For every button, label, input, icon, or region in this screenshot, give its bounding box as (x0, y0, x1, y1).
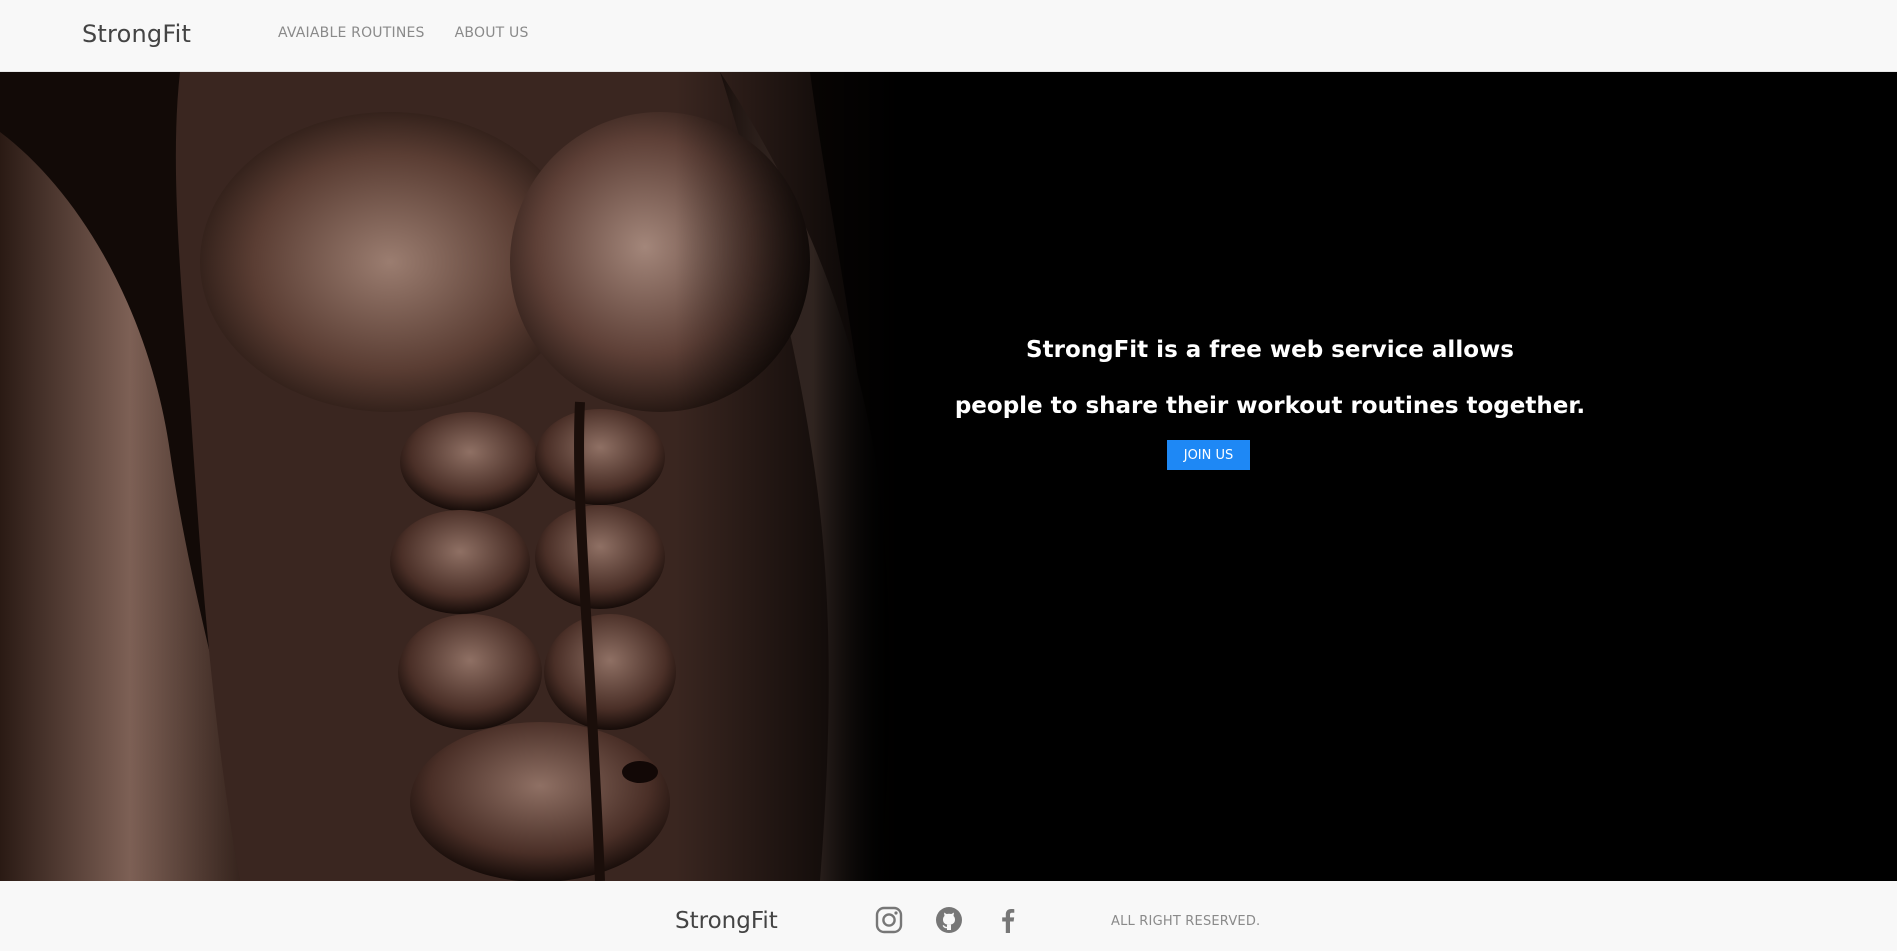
copyright-text: ALL RIGHT RESERVED. (1111, 914, 1261, 929)
facebook-icon[interactable] (993, 905, 1023, 935)
footer-brand: StrongFit (675, 908, 778, 934)
nav-links: AVAIABLE ROUTINES ABOUT US (278, 25, 529, 41)
hero-headline-line-2: people to share their workout routines t… (954, 393, 1586, 419)
hero-image (0, 72, 900, 881)
nav-link-available-routines[interactable]: AVAIABLE ROUTINES (278, 25, 425, 41)
brand-link[interactable]: StrongFit (82, 20, 191, 48)
github-icon[interactable] (934, 905, 964, 935)
hero-headline-line-1: StrongFit is a free web service allows (1026, 337, 1514, 363)
hero-section: StrongFit is a free web service allows p… (0, 72, 1897, 881)
hero-text: StrongFit is a free web service allows p… (900, 322, 1640, 434)
navbar: StrongFit AVAIABLE ROUTINES ABOUT US (0, 0, 1897, 72)
join-us-button[interactable]: JOIN US (1167, 440, 1250, 470)
nav-link-about-us[interactable]: ABOUT US (455, 25, 529, 41)
footer: StrongFit ALL RIGHT RESERVED. (0, 881, 1897, 951)
instagram-icon[interactable] (874, 905, 904, 935)
